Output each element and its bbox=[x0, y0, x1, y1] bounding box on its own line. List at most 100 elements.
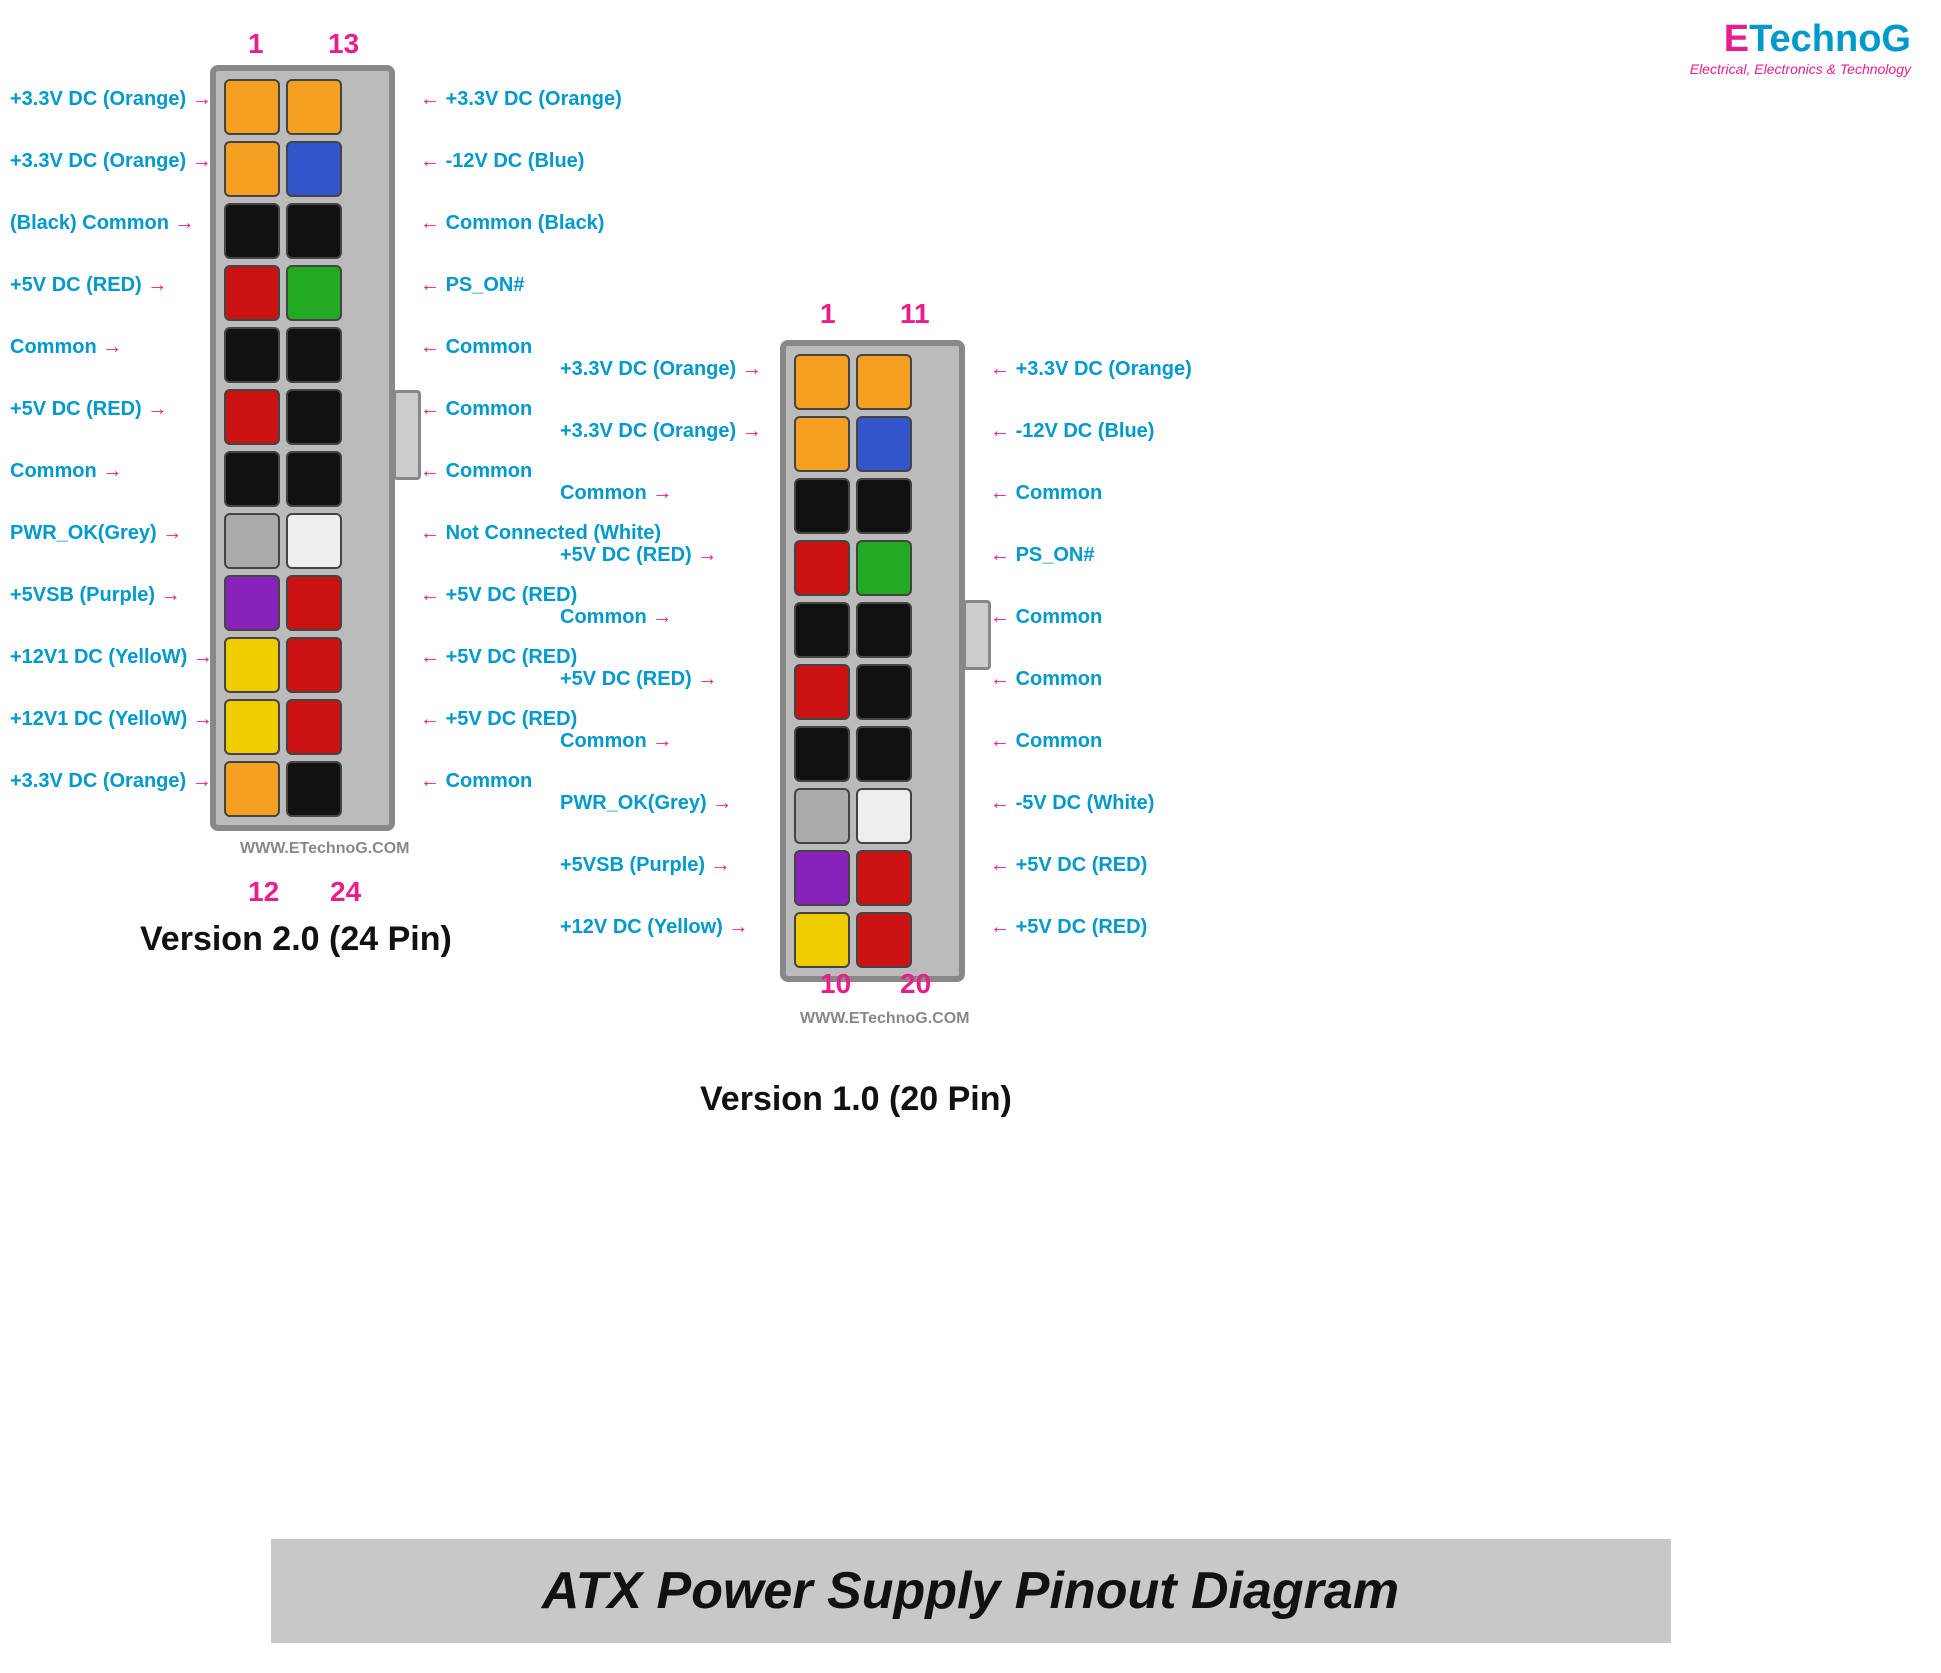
label-r6-20: Common bbox=[990, 668, 1102, 691]
label-r8-24: Not Connected (White) bbox=[420, 522, 661, 545]
main-container: ETechnoG Electrical, Electronics & Techn… bbox=[0, 0, 1941, 1673]
pin-5 bbox=[224, 327, 280, 383]
pin20-7 bbox=[794, 726, 850, 782]
label-r9-24: +5V DC (RED) bbox=[420, 584, 577, 607]
pin20-9 bbox=[794, 850, 850, 906]
label-l10-20: +12V DC (Yellow) bbox=[560, 916, 748, 939]
pin-6 bbox=[224, 389, 280, 445]
label-r6-24: Common bbox=[420, 398, 532, 421]
pin-24 bbox=[286, 761, 342, 817]
label-r11-24: +5V DC (RED) bbox=[420, 708, 577, 731]
label-r4-20: PS_ON# bbox=[990, 544, 1095, 567]
connector-20pin bbox=[780, 340, 965, 982]
pin20-17 bbox=[856, 726, 912, 782]
pin-17 bbox=[286, 327, 342, 383]
pin-13 bbox=[286, 79, 342, 135]
pin-num-1-24: 1 bbox=[248, 28, 264, 60]
pin20-5 bbox=[794, 602, 850, 658]
label-l6-20: +5V DC (RED) bbox=[560, 668, 717, 691]
label-l3-20: Common bbox=[560, 482, 672, 505]
label-l4-24: +5V DC (RED) bbox=[10, 274, 167, 297]
pin-8 bbox=[224, 513, 280, 569]
pin-10 bbox=[224, 637, 280, 693]
pin20-13 bbox=[856, 478, 912, 534]
label-r3-24: Common (Black) bbox=[420, 212, 604, 235]
label-r12-24: Common bbox=[420, 770, 532, 793]
pin-19 bbox=[286, 451, 342, 507]
connector-24pin bbox=[210, 65, 395, 831]
pin20-16 bbox=[856, 664, 912, 720]
watermark-24pin: WWW.ETechnoG.COM bbox=[240, 840, 409, 858]
pin20-20 bbox=[856, 912, 912, 968]
label-l2-20: +3.3V DC (Orange) bbox=[560, 420, 762, 443]
label-l11-24: +12V1 DC (YelloW) bbox=[10, 708, 213, 731]
pin20-3 bbox=[794, 478, 850, 534]
title-bar: ATX Power Supply Pinout Diagram bbox=[271, 1539, 1671, 1643]
label-l2-24: +3.3V DC (Orange) bbox=[10, 150, 212, 173]
pin-11 bbox=[224, 699, 280, 755]
label-r2-20: -12V DC (Blue) bbox=[990, 420, 1154, 443]
label-l9-24: +5VSB (Purple) bbox=[10, 584, 181, 607]
label-r10-20: +5V DC (RED) bbox=[990, 916, 1147, 939]
pin-num-11-20: 11 bbox=[900, 298, 930, 330]
latch-20pin bbox=[963, 600, 991, 670]
pin20-10 bbox=[794, 912, 850, 968]
pin-num-12-24: 12 bbox=[248, 876, 279, 908]
label-l10-24: +12V1 DC (YelloW) bbox=[10, 646, 213, 669]
label-r8-20: -5V DC (White) bbox=[990, 792, 1154, 815]
label-r5-20: Common bbox=[990, 606, 1102, 629]
label-l3-24: (Black) Common bbox=[10, 212, 194, 235]
pin-num-10-20: 10 bbox=[820, 968, 851, 1000]
pin20-6 bbox=[794, 664, 850, 720]
label-l4-20: +5V DC (RED) bbox=[560, 544, 717, 567]
pin20-12 bbox=[856, 416, 912, 472]
label-r3-20: Common bbox=[990, 482, 1102, 505]
pin20-11 bbox=[856, 354, 912, 410]
label-r4-24: PS_ON# bbox=[420, 274, 525, 297]
label-r10-24: +5V DC (RED) bbox=[420, 646, 577, 669]
label-l7-20: Common bbox=[560, 730, 672, 753]
pin-16 bbox=[286, 265, 342, 321]
version-20-label: Version 1.0 (20 Pin) bbox=[700, 1080, 1012, 1119]
label-l6-24: +5V DC (RED) bbox=[10, 398, 167, 421]
label-r7-20: Common bbox=[990, 730, 1102, 753]
logo-subtitle: Electrical, Electronics & Technology bbox=[1690, 61, 1911, 77]
label-r1-24: +3.3V DC (Orange) bbox=[420, 88, 622, 111]
logo-e: E bbox=[1724, 18, 1749, 60]
label-l1-24: +3.3V DC (Orange) bbox=[10, 88, 212, 111]
pin20-2 bbox=[794, 416, 850, 472]
pin-num-24-24: 24 bbox=[330, 876, 361, 908]
label-l1-20: +3.3V DC (Orange) bbox=[560, 358, 762, 381]
logo-technog: TechnoG bbox=[1749, 18, 1911, 60]
label-l12-24: +3.3V DC (Orange) bbox=[10, 770, 212, 793]
label-r9-20: +5V DC (RED) bbox=[990, 854, 1147, 877]
watermark-20pin: WWW.ETechnoG.COM bbox=[800, 1010, 969, 1028]
latch-24pin bbox=[393, 390, 421, 480]
label-l5-24: Common bbox=[10, 336, 122, 359]
pin-12 bbox=[224, 761, 280, 817]
pin-num-20-20: 20 bbox=[900, 968, 931, 1000]
label-r1-20: +3.3V DC (Orange) bbox=[990, 358, 1192, 381]
pin-9 bbox=[224, 575, 280, 631]
pin20-8 bbox=[794, 788, 850, 844]
pin-15 bbox=[286, 203, 342, 259]
pin20-14 bbox=[856, 540, 912, 596]
pin-1 bbox=[224, 79, 280, 135]
title-text: ATX Power Supply Pinout Diagram bbox=[542, 1562, 1399, 1620]
label-l8-20: PWR_OK(Grey) bbox=[560, 792, 732, 815]
label-l5-20: Common bbox=[560, 606, 672, 629]
pin-3 bbox=[224, 203, 280, 259]
pin20-1 bbox=[794, 354, 850, 410]
pin-22 bbox=[286, 637, 342, 693]
pin-4 bbox=[224, 265, 280, 321]
label-r2-24: -12V DC (Blue) bbox=[420, 150, 584, 173]
pin20-18 bbox=[856, 788, 912, 844]
pin-20 bbox=[286, 513, 342, 569]
pin20-19 bbox=[856, 850, 912, 906]
pin20-15 bbox=[856, 602, 912, 658]
label-l9-20: +5VSB (Purple) bbox=[560, 854, 731, 877]
pin-23 bbox=[286, 699, 342, 755]
version-24-label: Version 2.0 (24 Pin) bbox=[140, 920, 452, 959]
pin-18 bbox=[286, 389, 342, 445]
logo: ETechnoG Electrical, Electronics & Techn… bbox=[1690, 18, 1911, 77]
